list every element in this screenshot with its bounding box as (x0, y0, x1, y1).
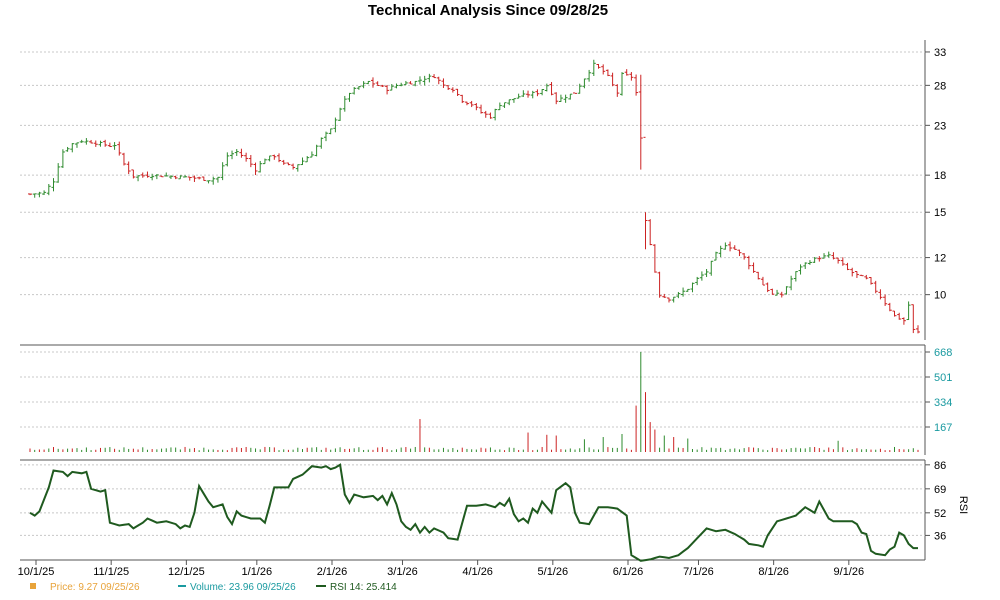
volume-panel (20, 344, 926, 455)
price-tick-label: 15 (934, 207, 946, 219)
volume-tick-label: 501 (934, 372, 952, 384)
rsi-legend-text: RSI 14: 25.414 (330, 582, 397, 593)
price-tick-label: 10 (934, 290, 946, 302)
price-tick-label: 23 (934, 120, 946, 132)
price-legend-swatch (30, 583, 36, 589)
price-tick-label: 12 (934, 253, 946, 265)
legend: Price: 9.27 09/25/26 Volume: 23.96 09/25… (30, 582, 397, 593)
x-tick-label: 1/1/26 (242, 566, 273, 578)
volume-tick-label: 167 (934, 422, 952, 434)
volume-tick-label: 668 (934, 347, 952, 359)
chart-title: Technical Analysis Since 09/28/25 (368, 2, 608, 19)
rsi-tick-label: 36 (934, 530, 946, 542)
x-tick-label: 5/1/26 (538, 566, 569, 578)
x-tick-label: 8/1/26 (758, 566, 789, 578)
volume-tick-label: 334 (934, 397, 952, 409)
x-tick-label: 3/1/26 (387, 566, 418, 578)
x-tick-label: 12/1/25 (168, 566, 205, 578)
x-tick-label: 7/1/26 (683, 566, 714, 578)
price-tick-label: 28 (934, 80, 946, 92)
tick-labels: 33 28 23 18 15 12 10 668 501 334 167 86 69 52 36 10/1/2… (18, 47, 953, 578)
price-legend-text: Price: 9.27 09/25/26 (50, 582, 140, 593)
rsi-tick-label: 69 (934, 484, 946, 496)
x-tick-label: 10/1/25 (18, 566, 55, 578)
rsi-tick-label: 52 (934, 508, 946, 520)
x-tick-label: 9/1/26 (834, 566, 865, 578)
x-tick-label: 6/1/26 (613, 566, 644, 578)
rsi-tick-label: 86 (934, 460, 946, 472)
grid-lines (20, 51, 925, 536)
x-tick-label: 4/1/26 (462, 566, 493, 578)
x-tick-label: 2/1/26 (317, 566, 348, 578)
rsi-axis-label: RSI (957, 496, 969, 514)
chart-root: Technical Analysis Since 09/28/25 33 28 23… (18, 2, 969, 593)
rsi-panel (20, 459, 926, 561)
x-tick-label: 11/1/25 (93, 566, 129, 578)
price-bars (28, 59, 920, 334)
price-tick-label: 33 (934, 47, 946, 59)
price-tick-label: 18 (934, 170, 946, 182)
volume-legend-text: Volume: 23.96 09/25/26 (190, 582, 296, 593)
